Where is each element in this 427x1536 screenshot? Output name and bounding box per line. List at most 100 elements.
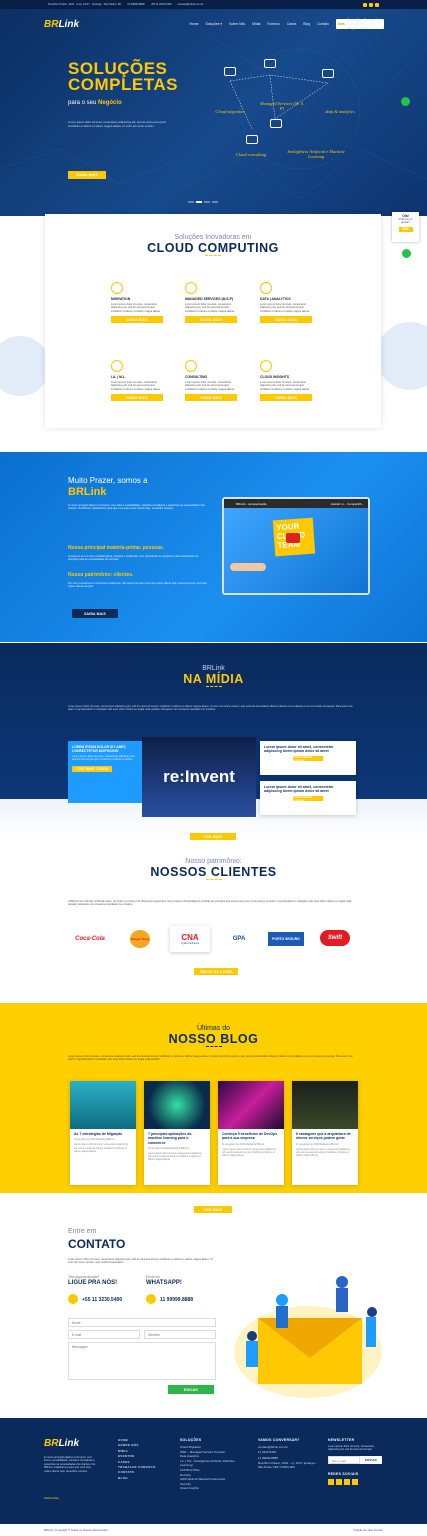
newsletter-email-input[interactable]: Seu e-mail: [328, 1455, 360, 1464]
diagram-label-ml: Inteligência Artificial e Machine Learni…: [287, 149, 345, 159]
blog-post-1[interactable]: As 7 estratégias de Migração 19 de julho…: [70, 1081, 136, 1185]
blog-post-3[interactable]: Conheça 5 benefícios de DevOps para a su…: [218, 1081, 284, 1185]
data-saiba-mais-button[interactable]: Saiba mais: [260, 316, 312, 324]
diagram-label-managed: Managed Services (M. S. P): [260, 101, 305, 111]
nav-item-eventos[interactable]: Eventos: [267, 22, 279, 26]
post-4-image: [292, 1081, 358, 1129]
instagram-icon[interactable]: [375, 2, 379, 7]
call-number[interactable]: +55 11 3230.5400: [82, 1297, 122, 1303]
video-title-bar: BRLink - Apresentação Assistir m... Comp…: [224, 499, 368, 508]
nav-item-contato[interactable]: Contato: [317, 22, 329, 26]
hero-section: BRLink Home Soluções ▾ Sobre Nós Mídia E…: [0, 9, 427, 216]
card1-continue-button[interactable]: Continue lendo: [293, 755, 323, 763]
todos-os-cases-button[interactable]: Todos os cases: [194, 968, 238, 975]
data-analytics-icon: [260, 282, 272, 294]
hero-saiba-mais-button[interactable]: Saiba mais: [68, 171, 106, 179]
client-logo-cna: CNA Inglês Definitivo: [170, 926, 210, 952]
about-heading-1: Nossa principal matéria-prima: pessoas.: [68, 545, 165, 551]
nav-item-solucoes[interactable]: Soluções ▾: [206, 22, 223, 26]
phone-field[interactable]: Telefone: [144, 1330, 216, 1339]
blog-post-4[interactable]: 6 vantagens que a arquitetura de micros …: [292, 1081, 358, 1185]
email-link[interactable]: contato@brlink.com.br: [177, 3, 203, 6]
newsletter-submit-button[interactable]: ENVIAR: [360, 1455, 382, 1464]
footer-logo[interactable]: BRLink: [44, 1438, 79, 1449]
linkedin-icon[interactable]: [336, 1478, 342, 1485]
call-pre: Tem alguma dúvida?: [68, 1275, 100, 1279]
cloud-title: CLOUD COMPUTING: [147, 241, 279, 255]
brlink-logo[interactable]: BRLink: [44, 19, 79, 30]
service-card-managed: MANAGED SERVICES (M.S.P) Lorem ipsum dol…: [185, 282, 240, 324]
blog-title: NOSSO BLOG: [168, 1032, 259, 1046]
insights-saiba-mais-button[interactable]: Saiba mais: [260, 394, 312, 402]
about-heading-2: Nosso patrimônio: clientes.: [68, 572, 134, 578]
diagram-label-consulting: Cloud consulting: [235, 152, 267, 157]
hero-subtitle: para o seu Negócio: [68, 100, 122, 106]
card2-continue-button[interactable]: Continue lendo: [293, 795, 323, 803]
footer-social-icons: [328, 1478, 384, 1485]
diagram-label-migration: Cloud migration: [215, 109, 245, 114]
contato-subtitle: Entre em: [68, 1228, 97, 1235]
nav-item-cases[interactable]: Cases: [287, 22, 297, 26]
phone-icon: [68, 1294, 78, 1304]
about-saiba-mais-button[interactable]: Saiba mais: [72, 609, 118, 618]
cloud-migration-icon: [224, 67, 236, 76]
address-text: Rua Bom Pastor, 1322 · Conj. 16/17 · Ipi…: [48, 3, 122, 6]
enviar-button[interactable]: ENVIAR: [168, 1385, 214, 1394]
linkedin-icon[interactable]: [369, 2, 373, 7]
client-logo-gpa: GPA: [232, 936, 246, 942]
client-logo-burgerking: Burger King: [130, 930, 150, 948]
top-bar: Rua Bom Pastor, 1322 · Conj. 16/17 · Ipi…: [0, 0, 427, 9]
ia-saiba-mais-button[interactable]: Saiba mais: [111, 394, 163, 402]
footer-saiba-mais-link[interactable]: Saiba Mais: [44, 1496, 59, 1500]
midia-ver-mais-button[interactable]: Ver mais: [190, 833, 236, 840]
blog-post-2[interactable]: 7 principais aplicações do machine learn…: [144, 1081, 210, 1185]
footer-link-blog[interactable]: BLOG: [118, 1476, 156, 1481]
whatsapp-icon[interactable]: [401, 97, 410, 106]
wa-title: WHATSAPP!: [146, 1280, 182, 1286]
wa-number[interactable]: 11 99999.8888: [160, 1297, 193, 1303]
midia-subtitle: BRLink: [202, 665, 225, 672]
facebook-icon[interactable]: [328, 1478, 334, 1485]
email-field[interactable]: E-mail: [68, 1330, 140, 1339]
clients-header: Nosso patrimônio: NOSSOS CLIENTES: [0, 858, 427, 881]
whatsapp-contact-icon: [146, 1294, 156, 1304]
play-icon[interactable]: [286, 533, 300, 543]
nav-item-blog[interactable]: Blog: [303, 22, 310, 26]
video-actions[interactable]: Assistir m... Compartilh...: [331, 502, 368, 506]
youtube-icon[interactable]: [344, 1478, 350, 1485]
phone-2[interactable]: +55 11 3230-5400: [151, 3, 172, 6]
nav-item-sobre[interactable]: Sobre Nós: [229, 22, 245, 26]
footer-solution-8[interactable]: Cloud Insights: [180, 1486, 248, 1491]
hero-slider-dots[interactable]: [188, 201, 218, 203]
copyright-bar: BRLink | Copyright © Todos os direitos R…: [0, 1524, 427, 1536]
hero-title: SOLUÇÕES COMPLETAS: [68, 59, 178, 94]
footer-solution-3[interactable]: I.A. | M.L. (Inteligência Artificial | M…: [180, 1459, 248, 1468]
credit-text[interactable]: Criação de sites 3xceler: [353, 1528, 383, 1532]
contato-title: CONTATO: [68, 1237, 126, 1251]
instagram-icon[interactable]: [352, 1478, 358, 1485]
name-field[interactable]: Nome: [68, 1318, 216, 1327]
footer-newsletter: NEWSLETTER Lorem ipsum dolor sit amet, c…: [328, 1438, 384, 1485]
footer-about-text: É nosso principal objetivo é fornecer, c…: [44, 1456, 95, 1473]
about-text-2: Investimos em um time multidisciplinar, …: [68, 555, 199, 562]
service-card-insights: CLOUD INSIGHTS Lorem ipsum dolor sit ame…: [260, 360, 315, 402]
video-player[interactable]: BRLink - Apresentação Assistir m... Comp…: [222, 497, 370, 595]
aws-partner-badge: aws Consulting Partner | Consulting Partn…: [336, 18, 384, 30]
blog-ver-mais-button[interactable]: Ver mais: [194, 1206, 232, 1213]
feature-continue-button[interactable]: Continue lendo: [72, 765, 112, 772]
service-card-data: DATA | ANALYTICS Lorem ipsum dolor sit a…: [260, 282, 315, 324]
about-text-3: Por isso, investimos em parcerias durado…: [68, 582, 207, 589]
contact-heading: VAMOS CONVERSAR?: [258, 1438, 300, 1442]
facebook-icon[interactable]: [363, 2, 367, 7]
message-field[interactable]: Mensagem: [68, 1342, 216, 1380]
phone-1[interactable]: 11 99999-8888: [127, 3, 144, 6]
blog-text: Lorem ipsum dolor sit amet, consectetur …: [68, 1055, 353, 1062]
migration-saiba-mais-button[interactable]: Saiba mais: [111, 316, 163, 324]
nav-item-home[interactable]: Home: [189, 22, 198, 26]
nav-item-midia[interactable]: Mídia: [252, 22, 260, 26]
managed-saiba-mais-button[interactable]: Saiba mais: [185, 316, 237, 324]
social-heading: REDES SOCIAIS: [328, 1471, 359, 1476]
service-card-ia: I.A. | M.L. Lorem ipsum dolor sit amet, …: [111, 360, 166, 402]
call-title: LIGUE PRA NÓS!: [68, 1280, 118, 1286]
consulting-saiba-mais-button[interactable]: Saiba mais: [185, 394, 237, 402]
